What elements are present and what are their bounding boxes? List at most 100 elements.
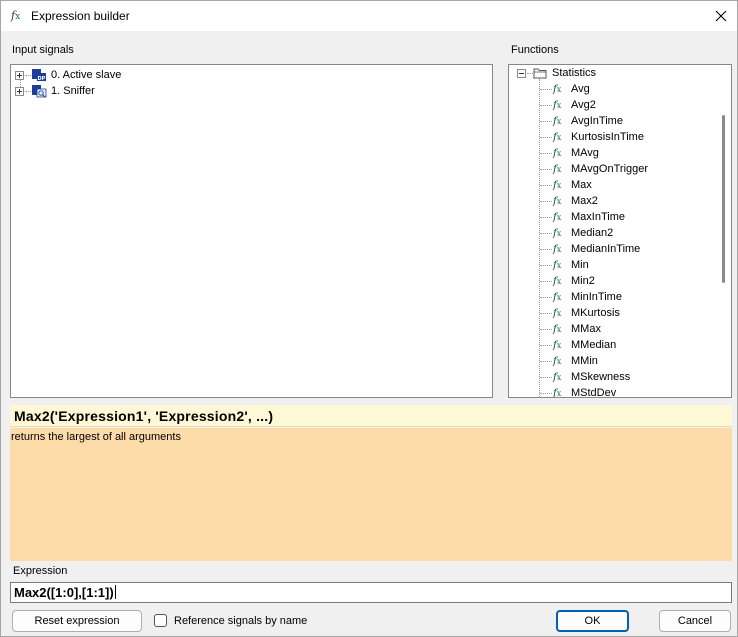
- function-item-label: MKurtosis: [571, 307, 620, 319]
- function-fx-icon: fx: [11, 9, 21, 22]
- function-item-mskewness[interactable]: fx MSkewness: [509, 369, 714, 385]
- cancel-button[interactable]: Cancel: [659, 610, 731, 632]
- function-item-max[interactable]: fx Max: [509, 177, 714, 193]
- expression-input[interactable]: Max2([1:0],[1:1]): [10, 582, 732, 603]
- function-item-label: Median2: [571, 227, 614, 239]
- tree-connector: [540, 377, 552, 378]
- function-fx-icon: fx: [553, 356, 562, 367]
- function-item-mmax[interactable]: fx MMax: [509, 321, 714, 337]
- tree-item-label: 1. Sniffer: [51, 85, 95, 97]
- function-description: returns the largest of all arguments: [11, 431, 181, 443]
- function-item-kurtosisintime[interactable]: fx KurtosisInTime: [509, 129, 714, 145]
- function-item-label: KurtosisInTime: [571, 131, 644, 143]
- function-fx-icon: fx: [553, 196, 562, 207]
- expand-toggle[interactable]: [15, 87, 24, 96]
- dp-slave-icon: DP: [32, 69, 46, 82]
- tree-connector: [540, 89, 552, 90]
- expression-builder-window: fx Expression builder Input signals Func…: [0, 0, 738, 637]
- svg-text:DP: DP: [38, 76, 46, 82]
- function-fx-icon: fx: [553, 212, 562, 223]
- function-item-label: MSkewness: [571, 371, 631, 383]
- function-item-avg2[interactable]: fx Avg2: [509, 97, 714, 113]
- function-item-median2[interactable]: fx Median2: [509, 225, 714, 241]
- expand-toggle[interactable]: [15, 71, 24, 80]
- tree-connector: [540, 329, 552, 330]
- functions-tree[interactable]: Statistics fx Avg fx Avg2 fx AvgInTime fx Kurto…: [508, 64, 732, 398]
- scrollbar-thumb[interactable]: [722, 115, 725, 283]
- function-item-label: MMin: [571, 355, 598, 367]
- reset-expression-button[interactable]: Reset expression: [12, 610, 142, 632]
- function-item-mmin[interactable]: fx MMin: [509, 353, 714, 369]
- function-item-label: Min2: [571, 275, 595, 287]
- tree-connector: [540, 153, 552, 154]
- tree-connector: [540, 313, 552, 314]
- expression-label: Expression: [13, 565, 68, 577]
- function-item-maxintime[interactable]: fx MaxInTime: [509, 209, 714, 225]
- tree-connector: [540, 393, 552, 394]
- function-item-label: MedianInTime: [571, 243, 641, 255]
- function-fx-icon: fx: [553, 228, 562, 239]
- function-description-box: returns the largest of all arguments: [10, 428, 732, 561]
- tree-connector: [540, 217, 552, 218]
- function-item-label: MaxInTime: [571, 211, 625, 223]
- close-button[interactable]: [705, 1, 737, 31]
- function-item-label: Avg2: [571, 99, 596, 111]
- function-fx-icon: fx: [553, 372, 562, 383]
- tree-item-active-slave[interactable]: DP 0. Active slave: [11, 67, 491, 83]
- function-fx-icon: fx: [553, 116, 562, 127]
- tree-connector: [540, 361, 552, 362]
- function-item-label: MMax: [571, 323, 601, 335]
- function-item-label: MAvgOnTrigger: [571, 163, 649, 175]
- function-signature: Max2('Expression1', 'Expression2', ...): [14, 408, 274, 424]
- function-fx-icon: fx: [553, 148, 562, 159]
- function-signature-box: Max2('Expression1', 'Expression2', ...): [10, 405, 732, 427]
- window-title: Expression builder: [31, 9, 130, 23]
- collapse-toggle[interactable]: [517, 69, 526, 78]
- function-item-min2[interactable]: fx Min2: [509, 273, 714, 289]
- folder-label: Statistics: [552, 67, 597, 79]
- title-bar: fx Expression builder: [1, 1, 737, 31]
- function-item-label: MAvg: [571, 147, 599, 159]
- tree-item-label: 0. Active slave: [51, 69, 122, 81]
- function-fx-icon: fx: [553, 244, 562, 255]
- function-item-label: MStdDev: [571, 387, 617, 398]
- function-item-avgintime[interactable]: fx AvgInTime: [509, 113, 714, 129]
- tree-connector: [540, 345, 552, 346]
- tree-connector: [540, 297, 552, 298]
- ok-button[interactable]: OK: [556, 610, 629, 632]
- function-item-mavgontrigger[interactable]: fx MAvgOnTrigger: [509, 161, 714, 177]
- tree-connector: [540, 265, 552, 266]
- function-fx-icon: fx: [553, 180, 562, 191]
- function-item-minintime[interactable]: fx MinInTime: [509, 289, 714, 305]
- function-item-medianintime[interactable]: fx MedianInTime: [509, 241, 714, 257]
- function-item-label: Avg: [571, 83, 590, 95]
- function-item-mkurtosis[interactable]: fx MKurtosis: [509, 305, 714, 321]
- tree-connector: [540, 185, 552, 186]
- tree-connector: [540, 249, 552, 250]
- function-item-mmedian[interactable]: fx MMedian: [509, 337, 714, 353]
- function-fx-icon: fx: [553, 132, 562, 143]
- tree-connector: [540, 201, 552, 202]
- folder-icon: [533, 68, 547, 79]
- input-signals-tree[interactable]: DP 0. Active slave 1. Sniffer: [10, 64, 493, 398]
- function-fx-icon: fx: [553, 308, 562, 319]
- reference-signals-checkbox[interactable]: [154, 614, 167, 627]
- function-item-mstddev[interactable]: fx MStdDev: [509, 385, 714, 398]
- function-fx-icon: fx: [553, 164, 562, 175]
- text-caret: [114, 585, 116, 599]
- function-item-min[interactable]: fx Min: [509, 257, 714, 273]
- tree-connector: [540, 233, 552, 234]
- function-fx-icon: fx: [553, 324, 562, 335]
- functions-label: Functions: [511, 44, 559, 56]
- function-fx-icon: fx: [553, 260, 562, 271]
- tree-connector: [540, 121, 552, 122]
- close-icon: [715, 10, 727, 22]
- function-item-avg[interactable]: fx Avg: [509, 81, 714, 97]
- function-item-label: Max2: [571, 195, 598, 207]
- tree-item-sniffer[interactable]: 1. Sniffer: [11, 83, 491, 99]
- tree-connector: [540, 169, 552, 170]
- function-item-label: Min: [571, 259, 589, 271]
- sniffer-icon: [32, 85, 47, 98]
- function-item-mavg[interactable]: fx MAvg: [509, 145, 714, 161]
- function-item-max2[interactable]: fx Max2: [509, 193, 714, 209]
